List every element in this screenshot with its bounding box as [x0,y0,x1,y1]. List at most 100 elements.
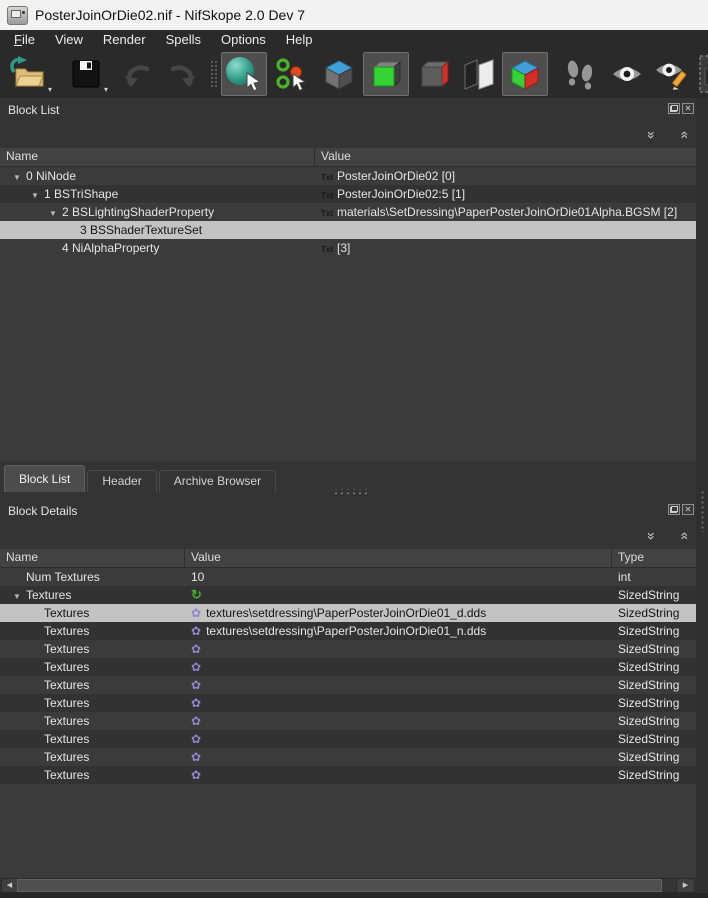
block-details-row[interactable]: Num Textures 10 int [0,568,696,586]
save-file-button[interactable]: ▾ [65,52,107,96]
scroll-left-button[interactable]: ◀ [2,879,18,892]
block-list-row[interactable]: ▼2 BSLightingShaderProperty Txtmaterials… [0,203,696,221]
right-splitter-strip[interactable] [696,98,708,893]
type-cell: SizedString [612,730,696,748]
walk-mode-button[interactable] [560,52,600,96]
view-cube-colored-button[interactable] [502,52,548,96]
type-cell: SizedString [612,676,696,694]
name-cell: Textures [0,730,185,748]
expander-icon[interactable]: ▼ [44,205,62,221]
value-cell: ✿textures\setdressing\PaperPosterJoinOrD… [185,622,612,640]
dock-tabbar: Block ListHeaderArchive Browser [4,465,278,492]
txt-icon: Txt [321,205,333,221]
flower-icon: ✿ [191,732,201,746]
block-details-row[interactable]: Textures ✿textures\setdressing\PaperPost… [0,622,696,640]
name-cell: ▼2 BSLightingShaderProperty [0,203,315,221]
menu-render[interactable]: Render [93,30,156,49]
toolbar-separator [209,52,217,96]
cube-rgb-icon [508,56,542,92]
block-details-row[interactable]: Textures ✿ SizedString [0,694,696,712]
name-cell: 4 NiAlphaProperty [0,239,315,257]
menu-view[interactable]: View [45,30,93,49]
tab-block-list[interactable]: Block List [4,465,85,492]
expander-icon[interactable]: ▼ [26,187,44,203]
flower-icon: ✿ [191,696,201,710]
open-file-button[interactable]: ▾ [5,52,51,96]
undo-button[interactable] [119,52,155,96]
view-cube-side-button[interactable] [412,52,456,96]
txt-icon: Txt [321,169,333,185]
block-list-rows: ▼0 NiNode TxtPosterJoinOrDie02 [0] ▼1 BS… [0,167,696,257]
visibility-button[interactable] [608,52,646,96]
double-sided-button[interactable] [459,52,499,96]
column-header-type[interactable]: Type [612,549,696,567]
block-list-expand-up-button[interactable]: » [676,131,690,139]
block-details-collapse-down-button[interactable]: » [645,532,659,540]
block-details-row[interactable]: Textures ✿ SizedString [0,640,696,658]
type-cell: SizedString [612,748,696,766]
menu-spells[interactable]: Spells [156,30,211,49]
select-object-button[interactable] [221,52,267,96]
column-header-value[interactable]: Value [185,549,612,567]
type-cell: SizedString [612,694,696,712]
column-header-value[interactable]: Value [315,148,696,166]
name-cell: ▼1 BSTriShape [0,185,315,203]
value-cell: ✿ [185,730,612,748]
cursor-icon [246,72,262,91]
block-details-row[interactable]: Textures ✿ SizedString [0,766,696,784]
camera-icon [699,55,708,93]
block-list-row[interactable]: 3 BSShaderTextureSet [0,221,696,239]
window-bottom-edge [0,893,708,898]
menu-help[interactable]: Help [276,30,323,49]
splitter-grip-icon[interactable] [700,490,705,532]
block-list-header: Name Value [0,148,696,167]
undo-icon [121,60,153,88]
expander-icon[interactable]: ▼ [8,169,26,185]
column-header-name[interactable]: Name [0,549,185,567]
redo-icon [167,60,199,88]
type-cell: int [612,568,696,586]
horizontal-scrollbar[interactable]: ◀ ▶ [1,878,695,893]
block-list-close-button[interactable]: ✕ [682,103,694,114]
block-details-expand-up-button[interactable]: » [676,532,690,540]
block-list-float-button[interactable] [668,103,680,114]
view-cube-top-button[interactable] [318,52,360,96]
flower-icon: ✿ [191,678,201,692]
block-details-row[interactable]: Textures ✿ SizedString [0,658,696,676]
block-details-row[interactable]: ▼Textures ↻ SizedString [0,586,696,604]
edit-visibility-button[interactable] [652,52,692,96]
menubar: FileViewRenderSpellsOptionsHelp [0,30,708,49]
redo-button[interactable] [165,52,201,96]
column-header-name[interactable]: Name [0,148,315,166]
dropdown-caret-icon[interactable]: ▾ [104,86,108,94]
block-list-row[interactable]: ▼1 BSTriShape TxtPosterJoinOrDie02:5 [1] [0,185,696,203]
scrollbar-thumb[interactable] [17,879,662,892]
title-bar: PosterJoinOrDie02.nif - NifSkope 2.0 Dev… [0,0,708,30]
select-vertices-button[interactable] [272,52,310,96]
dropdown-caret-icon[interactable]: ▾ [48,86,52,94]
name-cell: ▼Textures [0,586,185,604]
block-details-row[interactable]: Textures ✿ SizedString [0,730,696,748]
tab-archive-browser[interactable]: Archive Browser [159,470,276,492]
block-details-row[interactable]: Textures ✿ SizedString [0,676,696,694]
menu-options[interactable]: Options [211,30,276,49]
tab-header[interactable]: Header [87,470,156,492]
expander-icon[interactable]: ▼ [8,588,26,604]
block-details-close-button[interactable]: ✕ [682,504,694,515]
name-cell: Textures [0,766,185,784]
block-list-row[interactable]: 4 NiAlphaProperty Txt[3] [0,239,696,257]
block-list-row[interactable]: ▼0 NiNode TxtPosterJoinOrDie02 [0] [0,167,696,185]
scroll-right-button[interactable]: ▶ [676,879,694,892]
name-cell: Textures [0,640,185,658]
horizontal-splitter-grip[interactable] [333,489,371,494]
block-details-row[interactable]: Textures ✿ SizedString [0,712,696,730]
menu-file[interactable]: File [4,30,45,49]
screenshot-button[interactable] [698,52,708,96]
block-list-collapse-down-button[interactable]: » [645,131,659,139]
block-details-row[interactable]: Textures ✿textures\setdressing\PaperPost… [0,604,696,622]
name-cell: Textures [0,712,185,730]
value-cell: ✿ [185,766,612,784]
block-details-row[interactable]: Textures ✿ SizedString [0,748,696,766]
view-cube-front-button[interactable] [363,52,409,96]
block-details-float-button[interactable] [668,504,680,515]
